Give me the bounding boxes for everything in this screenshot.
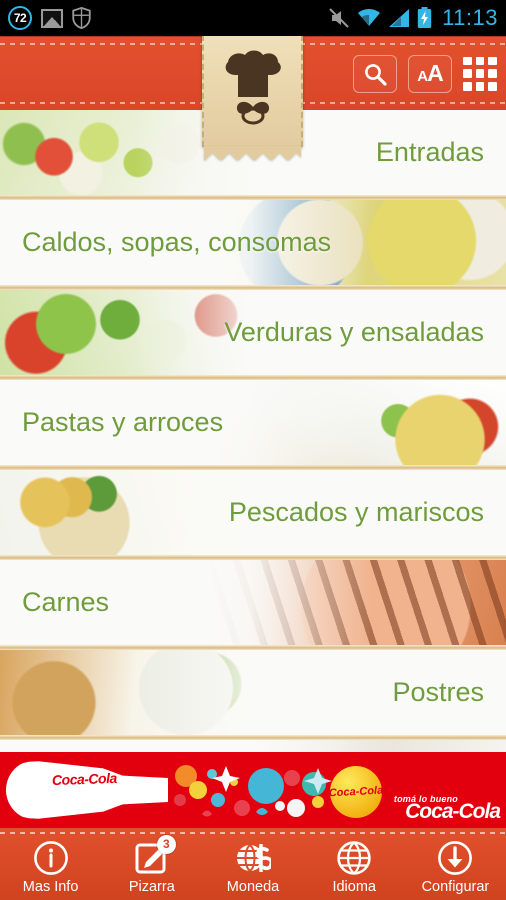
info-circle-icon [33,840,69,876]
category-row-pescados[interactable]: Pescados y mariscos [0,470,506,560]
header-actions: AA [353,54,497,93]
category-row-caldos[interactable]: Caldos, sopas, consomas [0,200,506,290]
row-divider [0,735,506,740]
globe-dollar-icon [235,840,274,876]
search-icon [365,63,387,86]
status-bar-right: 11:13 [328,5,498,31]
category-row-postres[interactable]: Postres [0,650,506,740]
thumbnail-fade [206,740,506,752]
row-divider [0,645,506,650]
nav-item-moneda[interactable]: Moneda [202,834,303,895]
category-label: Carnes [22,587,110,617]
nav-label: Configurar [421,878,490,895]
ribbon-zigzag-edge [204,146,301,160]
mute-icon [329,8,349,28]
category-row-verduras[interactable]: Verduras y ensaladas [0,290,506,380]
status-bar: 72 11:13 [0,0,506,36]
pizarra-badge: 3 [156,834,176,854]
nav-item-idioma[interactable]: Idioma [304,834,405,895]
search-button[interactable] [353,54,397,93]
battery-charging-icon [417,7,432,28]
download-circle-icon [437,840,473,876]
coca-cola-bottle-shape [6,761,168,819]
nav-item-mas-info[interactable]: Mas Info [0,834,101,895]
note-pencil-icon: 3 [134,834,176,876]
text-size-label: AA [417,60,443,86]
category-row-pastas[interactable]: Pastas y arroces [0,380,506,470]
nav-item-configurar[interactable]: Configurar [405,834,506,895]
grid-menu-icon[interactable] [463,56,497,91]
shield-icon [72,7,91,29]
row-divider [0,465,506,470]
category-list[interactable]: Entradas Caldos, sopas, consomas Verdura… [0,110,506,752]
nav-label: Idioma [332,878,376,895]
app-logo-ribbon[interactable] [202,35,303,160]
coca-cola-badge: Coca-Cola [328,766,384,818]
nav-label: Mas Info [22,878,79,895]
category-label: Postres [392,677,484,707]
row-divider [0,195,506,200]
coca-cola-badge-text: Coca-Cola [328,784,384,800]
bottle-wordmark: Coca-Cola [51,769,117,789]
text-size-button[interactable]: AA [408,54,452,93]
category-label: Pastas y arroces [22,407,224,437]
category-row-next[interactable] [0,740,506,752]
counter-badge-icon: 72 [8,6,32,30]
globe-icon [336,840,372,876]
row-divider [0,555,506,560]
category-row-carnes[interactable]: Carnes [0,560,506,650]
signal-icon [389,9,410,27]
category-label: Caldos, sopas, consomas [22,227,332,257]
chef-hat-mustache-logo [225,50,281,125]
ad-wordmark: Coca-Cola [405,800,501,823]
gallery-icon [41,8,63,28]
row-divider [0,285,506,290]
status-bar-left: 72 [8,6,91,30]
category-label: Verduras y ensaladas [224,317,484,347]
confetti-burst-icon [174,765,332,817]
category-label: Pescados y mariscos [228,497,484,527]
wifi-icon [358,8,381,26]
nav-label: Moneda [226,878,280,895]
nav-label: Pizarra [128,878,175,895]
ad-banner-coca-cola[interactable]: Coca-Cola Coca-Cola tomá lo bueno Coca-C… [0,752,506,828]
nav-item-pizarra[interactable]: 3 Pizarra [101,834,202,895]
app-header: AA [0,35,506,160]
bottom-navigation: Mas Info 3 Pizarra Moneda Idioma Configu… [0,828,506,900]
status-bar-clock: 11:13 [442,5,498,30]
row-divider [0,375,506,380]
